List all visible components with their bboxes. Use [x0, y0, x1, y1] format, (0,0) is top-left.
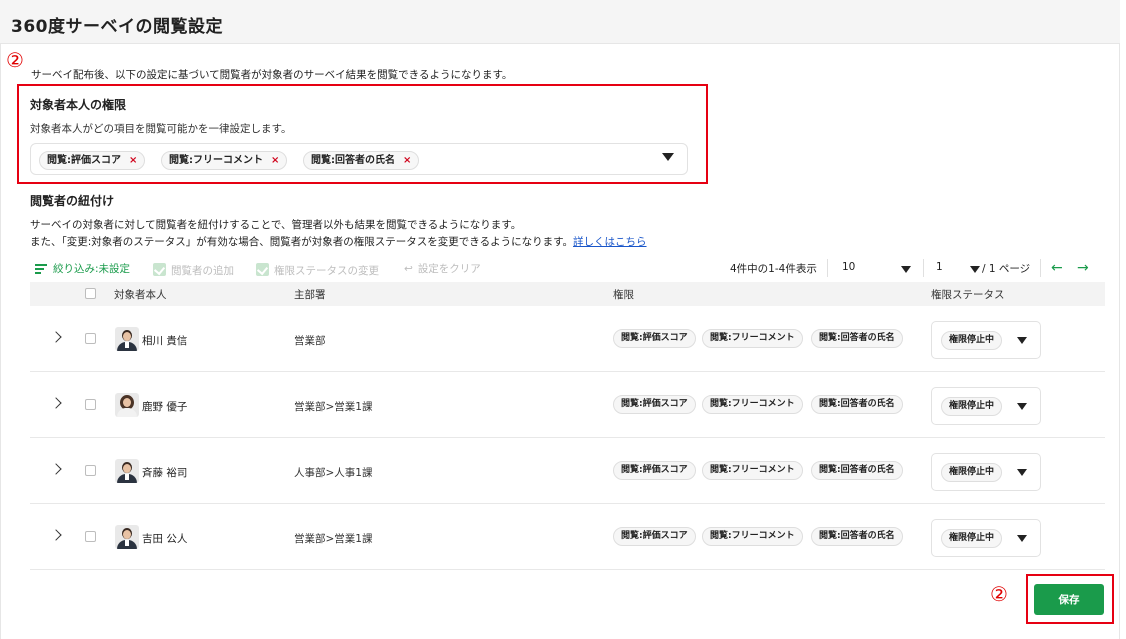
chip-remove-icon[interactable]: × — [271, 155, 279, 166]
select-all-checkbox[interactable] — [85, 288, 96, 299]
page-select[interactable]: 1 — [936, 261, 943, 273]
permission-chip: 閲覧:回答者の氏名 — [811, 329, 903, 348]
per-page-chevron-down-icon[interactable] — [901, 264, 911, 276]
selected-chip-respondent-name[interactable]: 閲覧:回答者の氏名 × — [303, 151, 420, 170]
expand-chevron-icon[interactable] — [50, 529, 62, 541]
page-header: 360度サーベイの閲覧設定 — [0, 0, 1120, 44]
status-select[interactable]: 権限停止中 — [931, 519, 1041, 557]
avatar — [115, 393, 139, 417]
self-permission-description: 対象者本人がどの項目を閲覧可能かを一律設定します。 — [30, 123, 292, 135]
table-row: 鹿野 優子 営業部>営業1課 閲覧:評価スコア 閲覧:フリーコメント 閲覧:回答… — [30, 372, 1105, 438]
status-select[interactable]: 権限停止中 — [931, 321, 1041, 359]
viewer-link-description-1: サーベイの対象者に対して閲覧者を紐付けすることで、管理者以外も結果を閲覧できるよ… — [30, 219, 522, 231]
chevron-down-icon[interactable] — [1017, 337, 1027, 344]
avatar — [115, 327, 139, 351]
checkbox-icon — [153, 263, 166, 276]
status-badge: 権限停止中 — [941, 529, 1003, 548]
save-button[interactable]: 保存 — [1034, 584, 1104, 615]
permission-chip: 閲覧:フリーコメント — [702, 461, 803, 480]
person-name: 吉田 公人 — [142, 533, 188, 545]
viewer-link-description-2: また、「変更:対象者のステータス」が有効な場合、閲覧者が対象者の権限ステータスを… — [30, 236, 647, 248]
expand-chevron-icon[interactable] — [50, 463, 62, 475]
self-permission-select[interactable]: 閲覧:評価スコア × 閲覧:フリーコメント × 閲覧:回答者の氏名 × — [30, 143, 688, 175]
row-checkbox[interactable] — [85, 465, 96, 476]
prev-page-arrow-icon[interactable]: ← — [1051, 259, 1063, 277]
header-department: 主部署 — [294, 289, 326, 301]
status-badge: 権限停止中 — [941, 331, 1003, 350]
row-checkbox[interactable] — [85, 531, 96, 542]
permission-chip: 閲覧:評価スコア — [613, 461, 696, 480]
table-row: 斉藤 裕司 人事部>人事1課 閲覧:評価スコア 閲覧:フリーコメント 閲覧:回答… — [30, 438, 1105, 504]
table-row: 吉田 公人 営業部>営業1課 閲覧:評価スコア 閲覧:フリーコメント 閲覧:回答… — [30, 504, 1105, 570]
change-status-button[interactable]: 権限ステータスの変更 — [256, 261, 379, 278]
status-badge: 権限停止中 — [941, 463, 1003, 482]
permission-chip: 閲覧:フリーコメント — [702, 527, 803, 546]
next-page-arrow-icon[interactable]: → — [1077, 259, 1089, 277]
annotation-marker-bottom: ② — [990, 582, 1008, 606]
permission-chip: 閲覧:フリーコメント — [702, 395, 803, 414]
permission-chip: 閲覧:回答者の氏名 — [811, 527, 903, 546]
department: 営業部 — [294, 335, 326, 347]
header-status: 権限ステータス — [931, 289, 1005, 301]
header-target: 対象者本人 — [114, 289, 167, 301]
per-page-select[interactable]: 10 — [842, 261, 855, 273]
permission-chip: 閲覧:回答者の氏名 — [811, 461, 903, 480]
expand-chevron-icon[interactable] — [50, 331, 62, 343]
chip-remove-icon[interactable]: × — [129, 155, 137, 166]
survey-view-settings-page: 360度サーベイの閲覧設定 ② サーベイ配布後、以下の設定に基づいて閲覧者が対象… — [0, 0, 1126, 639]
selected-chip-score[interactable]: 閲覧:評価スコア × — [39, 151, 146, 170]
table-header: 対象者本人 主部署 権限 権限ステータス — [30, 282, 1105, 306]
chevron-down-icon[interactable] — [662, 153, 674, 161]
add-viewer-button[interactable]: 閲覧者の追加 — [153, 261, 234, 278]
annotation-marker-top: ② — [6, 48, 24, 72]
chevron-down-icon[interactable] — [1017, 469, 1027, 476]
intro-text: サーベイ配布後、以下の設定に基づいて閲覧者が対象者のサーベイ結果を閲覧できるよう… — [31, 69, 513, 81]
department: 人事部>人事1課 — [294, 467, 373, 479]
person-name: 鹿野 優子 — [142, 401, 188, 413]
avatar — [115, 525, 139, 549]
person-name: 斉藤 裕司 — [142, 467, 188, 479]
table-toolbar: 絞り込み:未設定 閲覧者の追加 権限ステータスの変更 ↩ 設定をクリア 4件中の1… — [30, 259, 1105, 279]
avatar — [115, 459, 139, 483]
expand-chevron-icon[interactable] — [50, 397, 62, 409]
learn-more-link[interactable]: 詳しくはこちら — [573, 236, 647, 248]
row-checkbox[interactable] — [85, 333, 96, 344]
self-permission-title: 対象者本人の権限 — [30, 98, 127, 112]
chevron-down-icon[interactable] — [1017, 535, 1027, 542]
viewer-link-title: 閲覧者の紐付け — [30, 194, 115, 208]
permission-chip: 閲覧:評価スコア — [613, 395, 696, 414]
permission-chip: 閲覧:評価スコア — [613, 527, 696, 546]
table-row: 相川 貴信 営業部 閲覧:評価スコア 閲覧:フリーコメント 閲覧:回答者の氏名 … — [30, 306, 1105, 372]
total-pages: / 1 ページ — [982, 263, 1031, 275]
page-title: 360度サーベイの閲覧設定 — [11, 17, 223, 37]
chip-remove-icon[interactable]: × — [403, 155, 411, 166]
department: 営業部>営業1課 — [294, 533, 373, 545]
status-select[interactable]: 権限停止中 — [931, 387, 1041, 425]
filter-icon — [35, 264, 47, 274]
chevron-down-icon[interactable] — [1017, 403, 1027, 410]
department: 営業部>営業1課 — [294, 401, 373, 413]
permission-chip: 閲覧:フリーコメント — [702, 329, 803, 348]
undo-icon: ↩ — [404, 263, 413, 275]
status-badge: 権限停止中 — [941, 397, 1003, 416]
person-name: 相川 貴信 — [142, 335, 188, 347]
page-chevron-down-icon[interactable] — [970, 264, 980, 276]
clear-settings-button[interactable]: ↩ 設定をクリア — [404, 261, 481, 276]
selected-chip-free-comment[interactable]: 閲覧:フリーコメント × — [161, 151, 288, 170]
status-select[interactable]: 権限停止中 — [931, 453, 1041, 491]
filter-button[interactable]: 絞り込み:未設定 — [35, 261, 130, 276]
row-checkbox[interactable] — [85, 399, 96, 410]
result-count: 4件中の1-4件表示 — [730, 263, 817, 275]
permission-chip: 閲覧:回答者の氏名 — [811, 395, 903, 414]
checkbox-icon — [256, 263, 269, 276]
header-permission: 権限 — [613, 289, 634, 301]
permission-chip: 閲覧:評価スコア — [613, 329, 696, 348]
